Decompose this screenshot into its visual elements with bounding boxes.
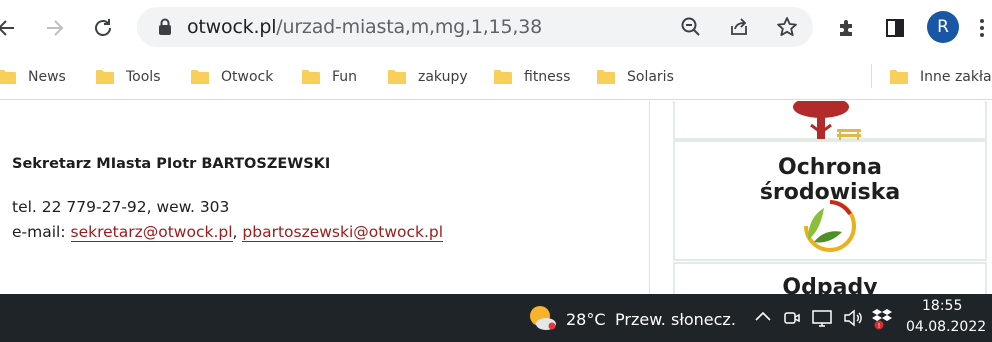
email-prefix: e-mail: [12,223,71,241]
share-icon[interactable] [725,13,753,41]
meet-now-icon[interactable] [782,308,802,333]
bookmark-label: Fun [332,69,358,85]
sidebar-tiles: Ochrona środowiska Odpady [651,101,992,294]
tile-park[interactable] [673,101,987,140]
folder-icon [302,69,320,85]
tile-title-odpady: Odpady [782,275,878,294]
folder-icon [191,69,209,85]
url-text[interactable]: otwock.pl/urzad-miasta,m,mg,1,15,38 [187,16,542,38]
bookmark-folder-tools[interactable]: Tools [96,64,161,90]
browser-toolbar: otwock.pl/urzad-miasta,m,mg,1,15,38 R [0,0,992,55]
network-icon[interactable] [811,308,833,333]
tile-odpady[interactable]: Odpady [673,262,987,294]
bookmark-folder-zakupy[interactable]: zakupy [388,64,468,90]
contact-section: Sekretarz MIasta PIotr BARTOSZEWSKI tel.… [0,101,650,294]
volume-icon[interactable] [842,308,864,333]
side-panel-icon[interactable] [881,14,909,42]
tile-ochrona-srodowiska[interactable]: Ochrona środowiska [673,140,987,261]
email-link-pbartoszewski[interactable]: pbartoszewski@otwock.pl [242,223,444,242]
svg-text:!: ! [878,322,881,330]
profile-avatar[interactable]: R [927,11,959,43]
email-separator: , [232,223,243,241]
weather-sun-cloud-icon[interactable] [526,304,558,337]
folder-icon [494,69,512,85]
bookmark-star-icon[interactable] [773,13,801,41]
dropbox-icon[interactable]: ! [871,306,893,335]
windows-taskbar: 28°C Przew. słonecz. ! 18:55 04.08.2022 [0,294,992,342]
folder-icon [0,69,16,85]
folder-icon [388,69,406,85]
lock-icon[interactable] [151,13,179,41]
clock-date[interactable]: 04.08.2022 [906,319,986,335]
bookmark-label: News [28,69,66,85]
folder-icon [96,69,114,85]
folder-icon [597,69,615,85]
url-path: /urzad-miasta,m,mg,1,15,38 [276,16,543,38]
bookmark-label: fitness [524,69,571,85]
address-bar[interactable]: otwock.pl/urzad-miasta,m,mg,1,15,38 [137,7,813,47]
bookmark-folder-solaris[interactable]: Solaris [597,64,674,90]
zoom-icon[interactable] [677,13,705,41]
back-arrow-icon[interactable] [0,14,20,42]
contact-name: Sekretarz MIasta PIotr BARTOSZEWSKI [12,156,331,172]
bookmark-folder-fitness[interactable]: fitness [494,64,570,90]
weather-description[interactable]: Przew. słonecz. [615,310,736,329]
url-host: otwock.pl [187,16,277,38]
folder-icon [890,69,908,85]
bookmarks-separator [871,64,872,88]
kebab-menu-icon[interactable] [968,14,992,42]
bookmark-label: Tools [126,69,161,85]
extensions-puzzle-icon[interactable] [833,14,861,42]
bookmark-folder-otwock[interactable]: Otwock [191,64,273,90]
tile-title-line1: Ochrona [778,155,882,180]
forward-arrow-icon[interactable] [41,14,69,42]
contact-email: e-mail: sekretarz@otwock.pl, pbartoszews… [12,223,444,242]
bookmark-label: Solaris [627,69,674,85]
bookmarks-bar: News Tools Otwock Fun zakupy fitness Sol… [0,55,992,100]
weather-temperature[interactable]: 28°C [566,310,606,329]
bookmark-label: Inne zakład [920,69,992,85]
reload-icon[interactable] [89,14,117,42]
clock-time[interactable]: 18:55 [922,298,962,314]
eco-leaf-icon [798,196,862,257]
tray-chevron-up-icon[interactable] [754,308,772,331]
bookmark-label: zakupy [418,69,468,85]
bookmark-folder-other[interactable]: Inne zakład [890,64,992,90]
bookmark-folder-news[interactable]: News [0,64,66,90]
bookmark-folder-fun[interactable]: Fun [302,64,357,90]
page-content: Sekretarz MIasta PIotr BARTOSZEWSKI tel.… [0,101,992,294]
email-link-sekretarz[interactable]: sekretarz@otwock.pl [70,223,233,242]
bookmark-label: Otwock [221,69,274,85]
contact-phone: tel. 22 779-27-92, wew. 303 [12,198,230,216]
